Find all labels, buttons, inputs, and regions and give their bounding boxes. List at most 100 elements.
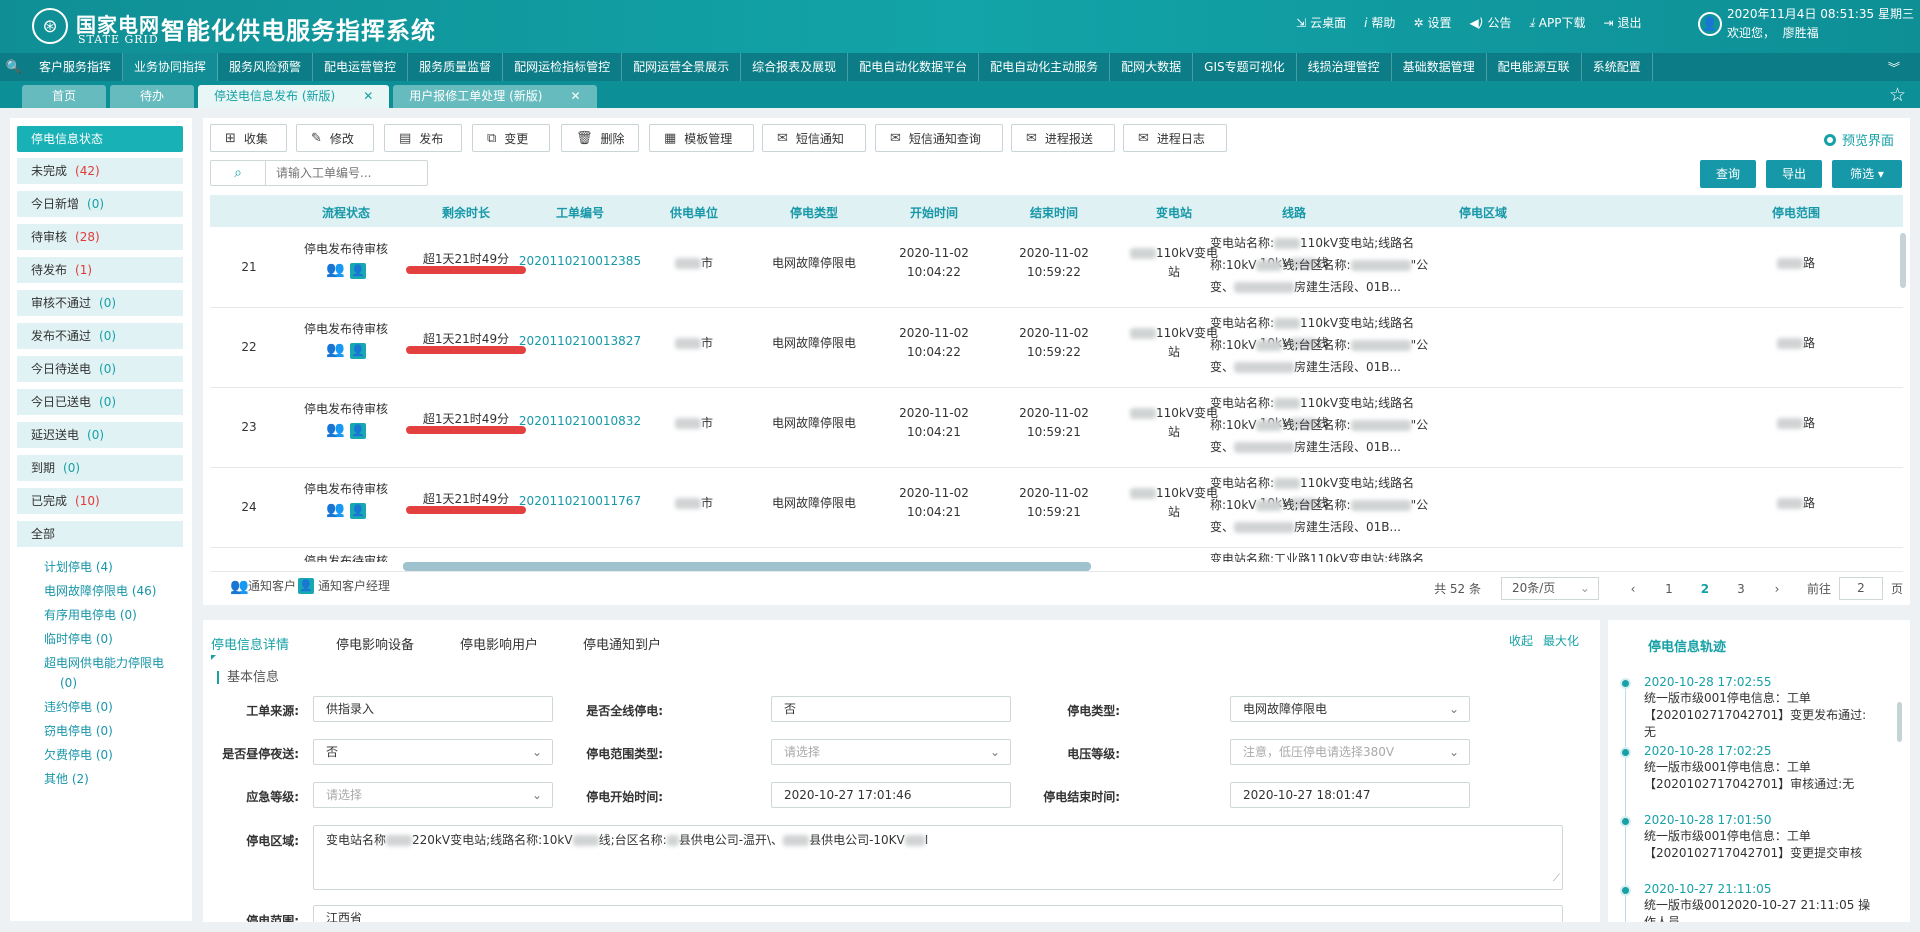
filter-button[interactable]: 筛选 ▾ [1832,160,1902,188]
nav-item[interactable]: 配电自动化数据平台 [848,53,980,81]
cloud-desktop-link[interactable]: ⇲ 云桌面 [1296,14,1346,31]
start-time-field[interactable]: 2020-10-27 17:01:46 [771,782,1011,808]
nav-item[interactable]: 服务质量监督 [408,53,504,81]
sidebar-item-all[interactable]: 全部 [17,521,183,547]
search-input[interactable] [266,166,416,180]
nav-item[interactable]: 服务风险预警 [218,53,314,81]
table-row[interactable]: 22 停电发布待审核 👥 👤 超1天21时49分 2020110210013827… [210,308,1903,388]
vertical-scrollbar[interactable] [1900,233,1906,288]
sidebar-sub-theft[interactable]: 窃电停电 (0) [44,722,184,741]
sidebar-sub-over-capacity-count[interactable]: (0) [60,674,200,693]
source-field[interactable]: 供指录入 [313,696,553,722]
nav-item[interactable]: 配网运检指标管控 [503,53,623,81]
sidebar-item-completed[interactable]: 已完成 (10) [17,488,183,514]
nav-item[interactable]: 系统配置 [1582,53,1653,81]
sidebar-sub-temporary[interactable]: 临时停电 (0) [44,630,184,649]
publish-button[interactable]: ▤ 发布 [384,124,462,152]
sidebar-item-expired[interactable]: 到期 (0) [17,455,183,481]
sidebar-sub-other[interactable]: 其他 (2) [44,770,184,789]
tab-home[interactable]: 首页 [22,85,106,108]
sidebar-item-pending-publish[interactable]: 待发布 (1) [17,257,183,283]
notify-manager-icon[interactable]: 👤 [350,423,366,439]
tab-affected-devices[interactable]: 停电影响设备 [336,634,414,653]
page-size-select[interactable]: 20条/页 ⌄ [1500,577,1599,600]
nav-item[interactable]: 综合报表及展现 [741,53,849,81]
order-id-link[interactable]: 2020110210011767 [519,494,641,508]
area-textarea[interactable]: 变电站名称 220kV变电站;线路名称:10kV 线;台区名称: 县供电公司-温开\、… [313,825,1563,890]
nav-item[interactable]: 配网大数据 [1110,53,1194,81]
sidebar-item-publish-rejected[interactable]: 发布不通过 (0) [17,323,183,349]
day-night-select[interactable]: 否 ⌄ [313,739,553,765]
table-row[interactable]: 23 停电发布待审核 👥 👤 超1天21时49分 2020110210010832… [210,388,1903,468]
outage-type-select[interactable]: 电网故障停限电 ⌄ [1230,696,1470,722]
order-id-link[interactable]: 2020110210013827 [519,334,641,348]
page-1[interactable]: 1 [1651,582,1687,596]
nav-item[interactable]: 线损治理管控 [1297,53,1392,81]
notify-manager-icon[interactable]: 👤 [350,343,366,359]
table-row[interactable]: 24 停电发布待审核 👥 👤 超1天21时49分 2020110210011767… [210,468,1903,548]
favorite-star-icon[interactable]: ☆ [1889,84,1906,106]
notify-manager-icon[interactable]: 👤 [350,263,366,279]
table-row-partial[interactable]: 停电发布待审核 变电站名称:工业路110kV变电站;线路名 [210,548,1903,562]
notify-customer-icon[interactable]: 👥 [326,421,345,437]
table-row[interactable]: 21 停电发布待审核 👥 👤 超1天21时49分 2020110210012385… [210,228,1903,308]
all-line-field[interactable]: 否 [771,696,1011,722]
close-icon[interactable]: ✕ [570,89,580,103]
prev-page-icon[interactable]: ‹ [1615,582,1651,596]
range-type-select[interactable]: 请选择 ⌄ [771,739,1011,765]
page-3[interactable]: 3 [1723,582,1759,596]
sms-notify-button[interactable]: ✉ 短信通知 [762,124,866,152]
sidebar-item-today-restore[interactable]: 今日待送电 (0) [17,356,183,382]
nav-expand-icon[interactable]: ︾ [1888,59,1900,76]
tab-outage-publish[interactable]: 停送电信息发布 (新版) ✕ [198,85,390,108]
page-2-current[interactable]: 2 [1687,582,1723,596]
next-page-icon[interactable]: › [1759,582,1795,596]
end-time-field[interactable]: 2020-10-27 18:01:47 [1230,782,1470,808]
collapse-link[interactable]: 收起 [1509,632,1533,649]
order-id-link[interactable]: 2020110210010832 [519,414,641,428]
nav-item[interactable]: 配电运营管控 [313,53,409,81]
sidebar-sub-planned[interactable]: 计划停电 (4) [44,558,184,577]
tab-household-notice[interactable]: 停电通知到户 [583,634,661,653]
edit-button[interactable]: ✎ 修改 [296,124,374,152]
sidebar-item-today-restored[interactable]: 今日已送电 (0) [17,389,183,415]
sidebar-sub-over-capacity[interactable]: 超电网供电能力停限电 [44,654,184,673]
nav-item[interactable]: 客户服务指挥 [28,53,124,81]
collect-button[interactable]: ⊞ 收集 [210,124,287,152]
notify-customer-icon[interactable]: 👥 [326,341,345,357]
query-button[interactable]: 查询 [1700,160,1756,188]
nav-item[interactable]: 配电能源互联 [1487,53,1582,81]
voltage-select[interactable]: 注意，低压停电请选择380V ⌄ [1230,739,1470,765]
notice-link[interactable]: ◀) 公告 [1470,14,1512,31]
sidebar-item-delayed[interactable]: 延迟送电 (0) [17,422,183,448]
sidebar-header[interactable]: 停电信息状态 [17,126,183,152]
close-icon[interactable]: ✕ [363,89,373,103]
tab-repair-order[interactable]: 用户报修工单处理 (新版) ✕ [393,85,597,108]
sms-query-button[interactable]: ✉ 短信通知查询 [875,124,1003,152]
notify-customer-icon[interactable]: 👥 [326,261,345,277]
sidebar-sub-orderly[interactable]: 有序用电停电 (0) [44,606,184,625]
sidebar-sub-arrears[interactable]: 欠费停电 (0) [44,746,184,765]
sidebar-sub-grid-fault[interactable]: 电网故障停限电 (46) [44,582,184,601]
maximize-link[interactable]: 最大化 [1543,632,1579,649]
nav-item-active[interactable]: 业务协同指挥 [123,53,219,81]
horizontal-scrollbar[interactable] [403,562,1091,571]
emergency-select[interactable]: 请选择 ⌄ [313,782,553,808]
goto-page-input[interactable]: 2 [1838,577,1883,600]
app-download-link[interactable]: ⤓ APP下载 [1529,14,1585,31]
export-button[interactable]: 导出 [1766,160,1822,188]
progress-report-button[interactable]: ✉ 进程报送 [1011,124,1115,152]
tab-affected-users[interactable]: 停电影响用户 [460,634,538,653]
change-button[interactable]: ⧉ 变更 [472,124,550,152]
nav-item[interactable]: GIS专题可视化 [1193,53,1297,81]
progress-log-button[interactable]: ✉ 进程日志 [1123,124,1227,152]
resize-handle-icon[interactable]: ⟋ [1553,869,1560,889]
help-link[interactable]: ⅰ 帮助 [1364,14,1395,31]
preview-toggle[interactable]: 预览界面 [1823,130,1894,149]
sidebar-item-pending-review[interactable]: 待审核 (28) [17,224,183,250]
template-manage-button[interactable]: ▦ 模板管理 [649,124,754,152]
settings-link[interactable]: ✲ 设置 [1413,14,1451,31]
sidebar-sub-violation[interactable]: 违约停电 (0) [44,698,184,717]
sidebar-item-review-rejected[interactable]: 审核不通过 (0) [17,290,183,316]
tab-outage-detail[interactable]: 停电信息详情 [211,634,289,653]
